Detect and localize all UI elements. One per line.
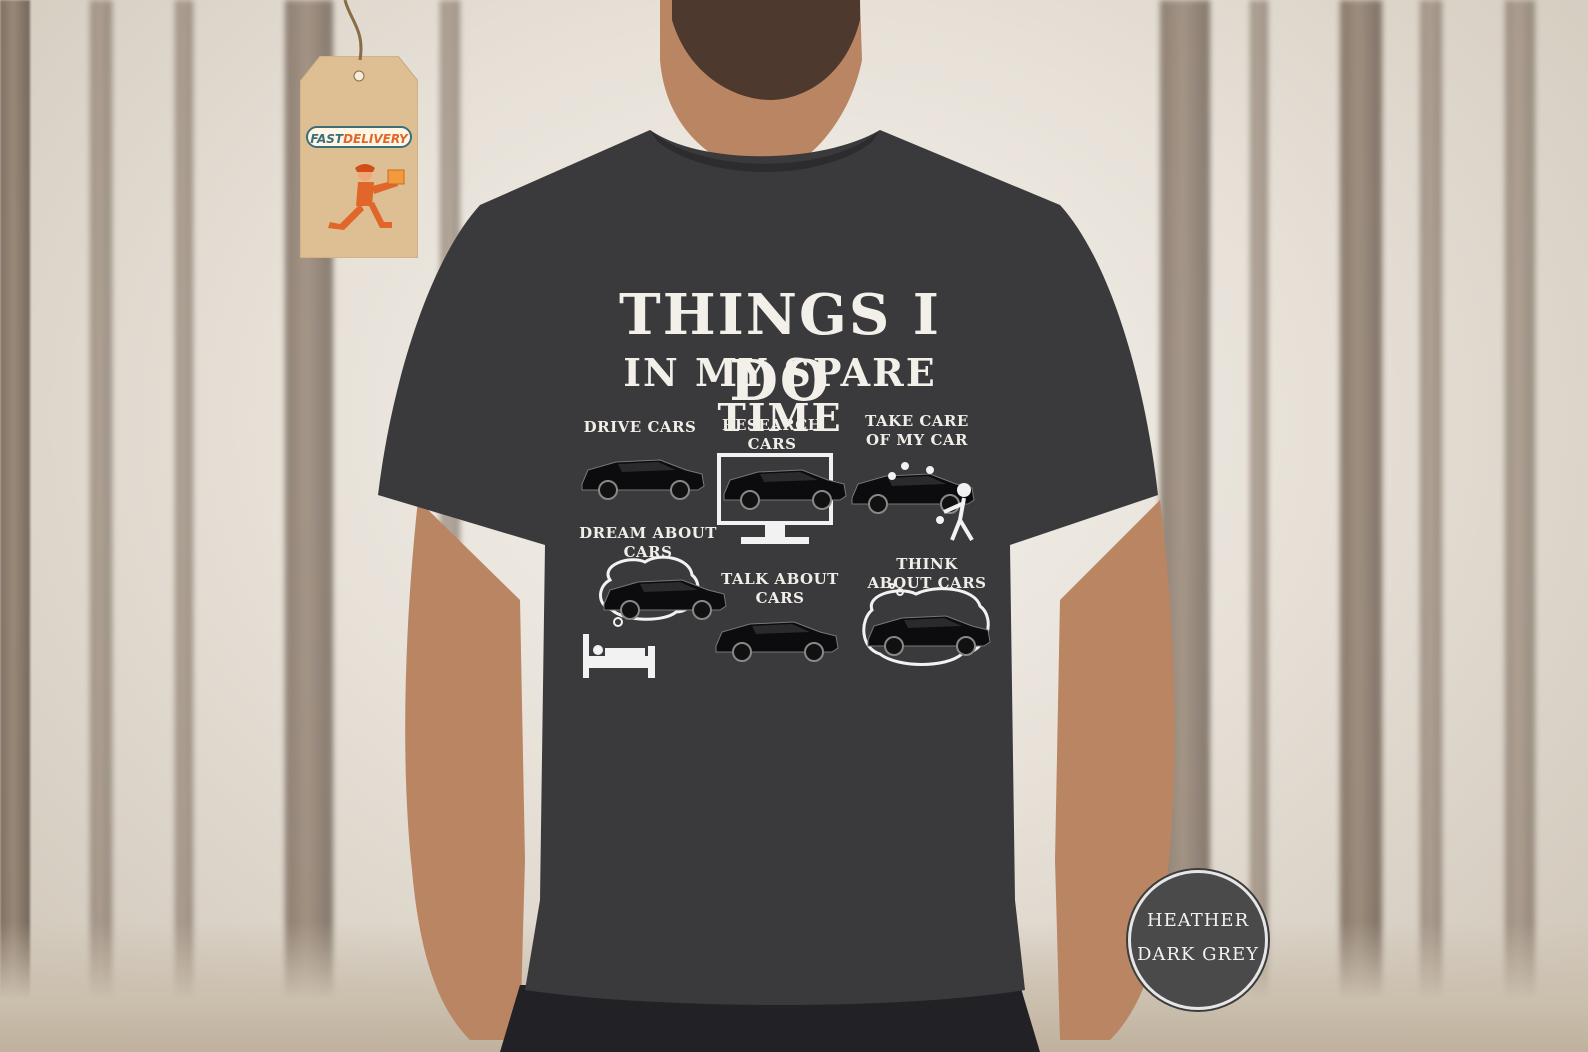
color-badge-line1: HEATHER [1146, 910, 1250, 931]
left-arm [405, 500, 525, 1040]
caption-take-care: TAKE CARE OF MY CAR [865, 412, 969, 449]
caption-research-cars: RESEARCH CARS [722, 416, 823, 453]
color-badge-line2: DARK GREY [1136, 944, 1260, 965]
tag-string [343, 0, 363, 61]
caption-talk-about-cars: TALK ABOUT CARS [721, 570, 839, 607]
delivery-text: DELIVERY [343, 132, 408, 146]
delivery-hang-tag [300, 56, 418, 258]
fast-text: FAST [310, 132, 344, 146]
caption-think-about-cars: THINK ABOUT CARS [867, 555, 987, 592]
color-badge [1128, 870, 1268, 1010]
model-wearing-shirt [378, 0, 1175, 1052]
fast-delivery-label: FASTDELIVERY [306, 126, 412, 148]
caption-drive-cars: DRIVE CARS [583, 418, 697, 436]
caption-dream-about-cars: DREAM ABOUT CARS [579, 524, 717, 561]
